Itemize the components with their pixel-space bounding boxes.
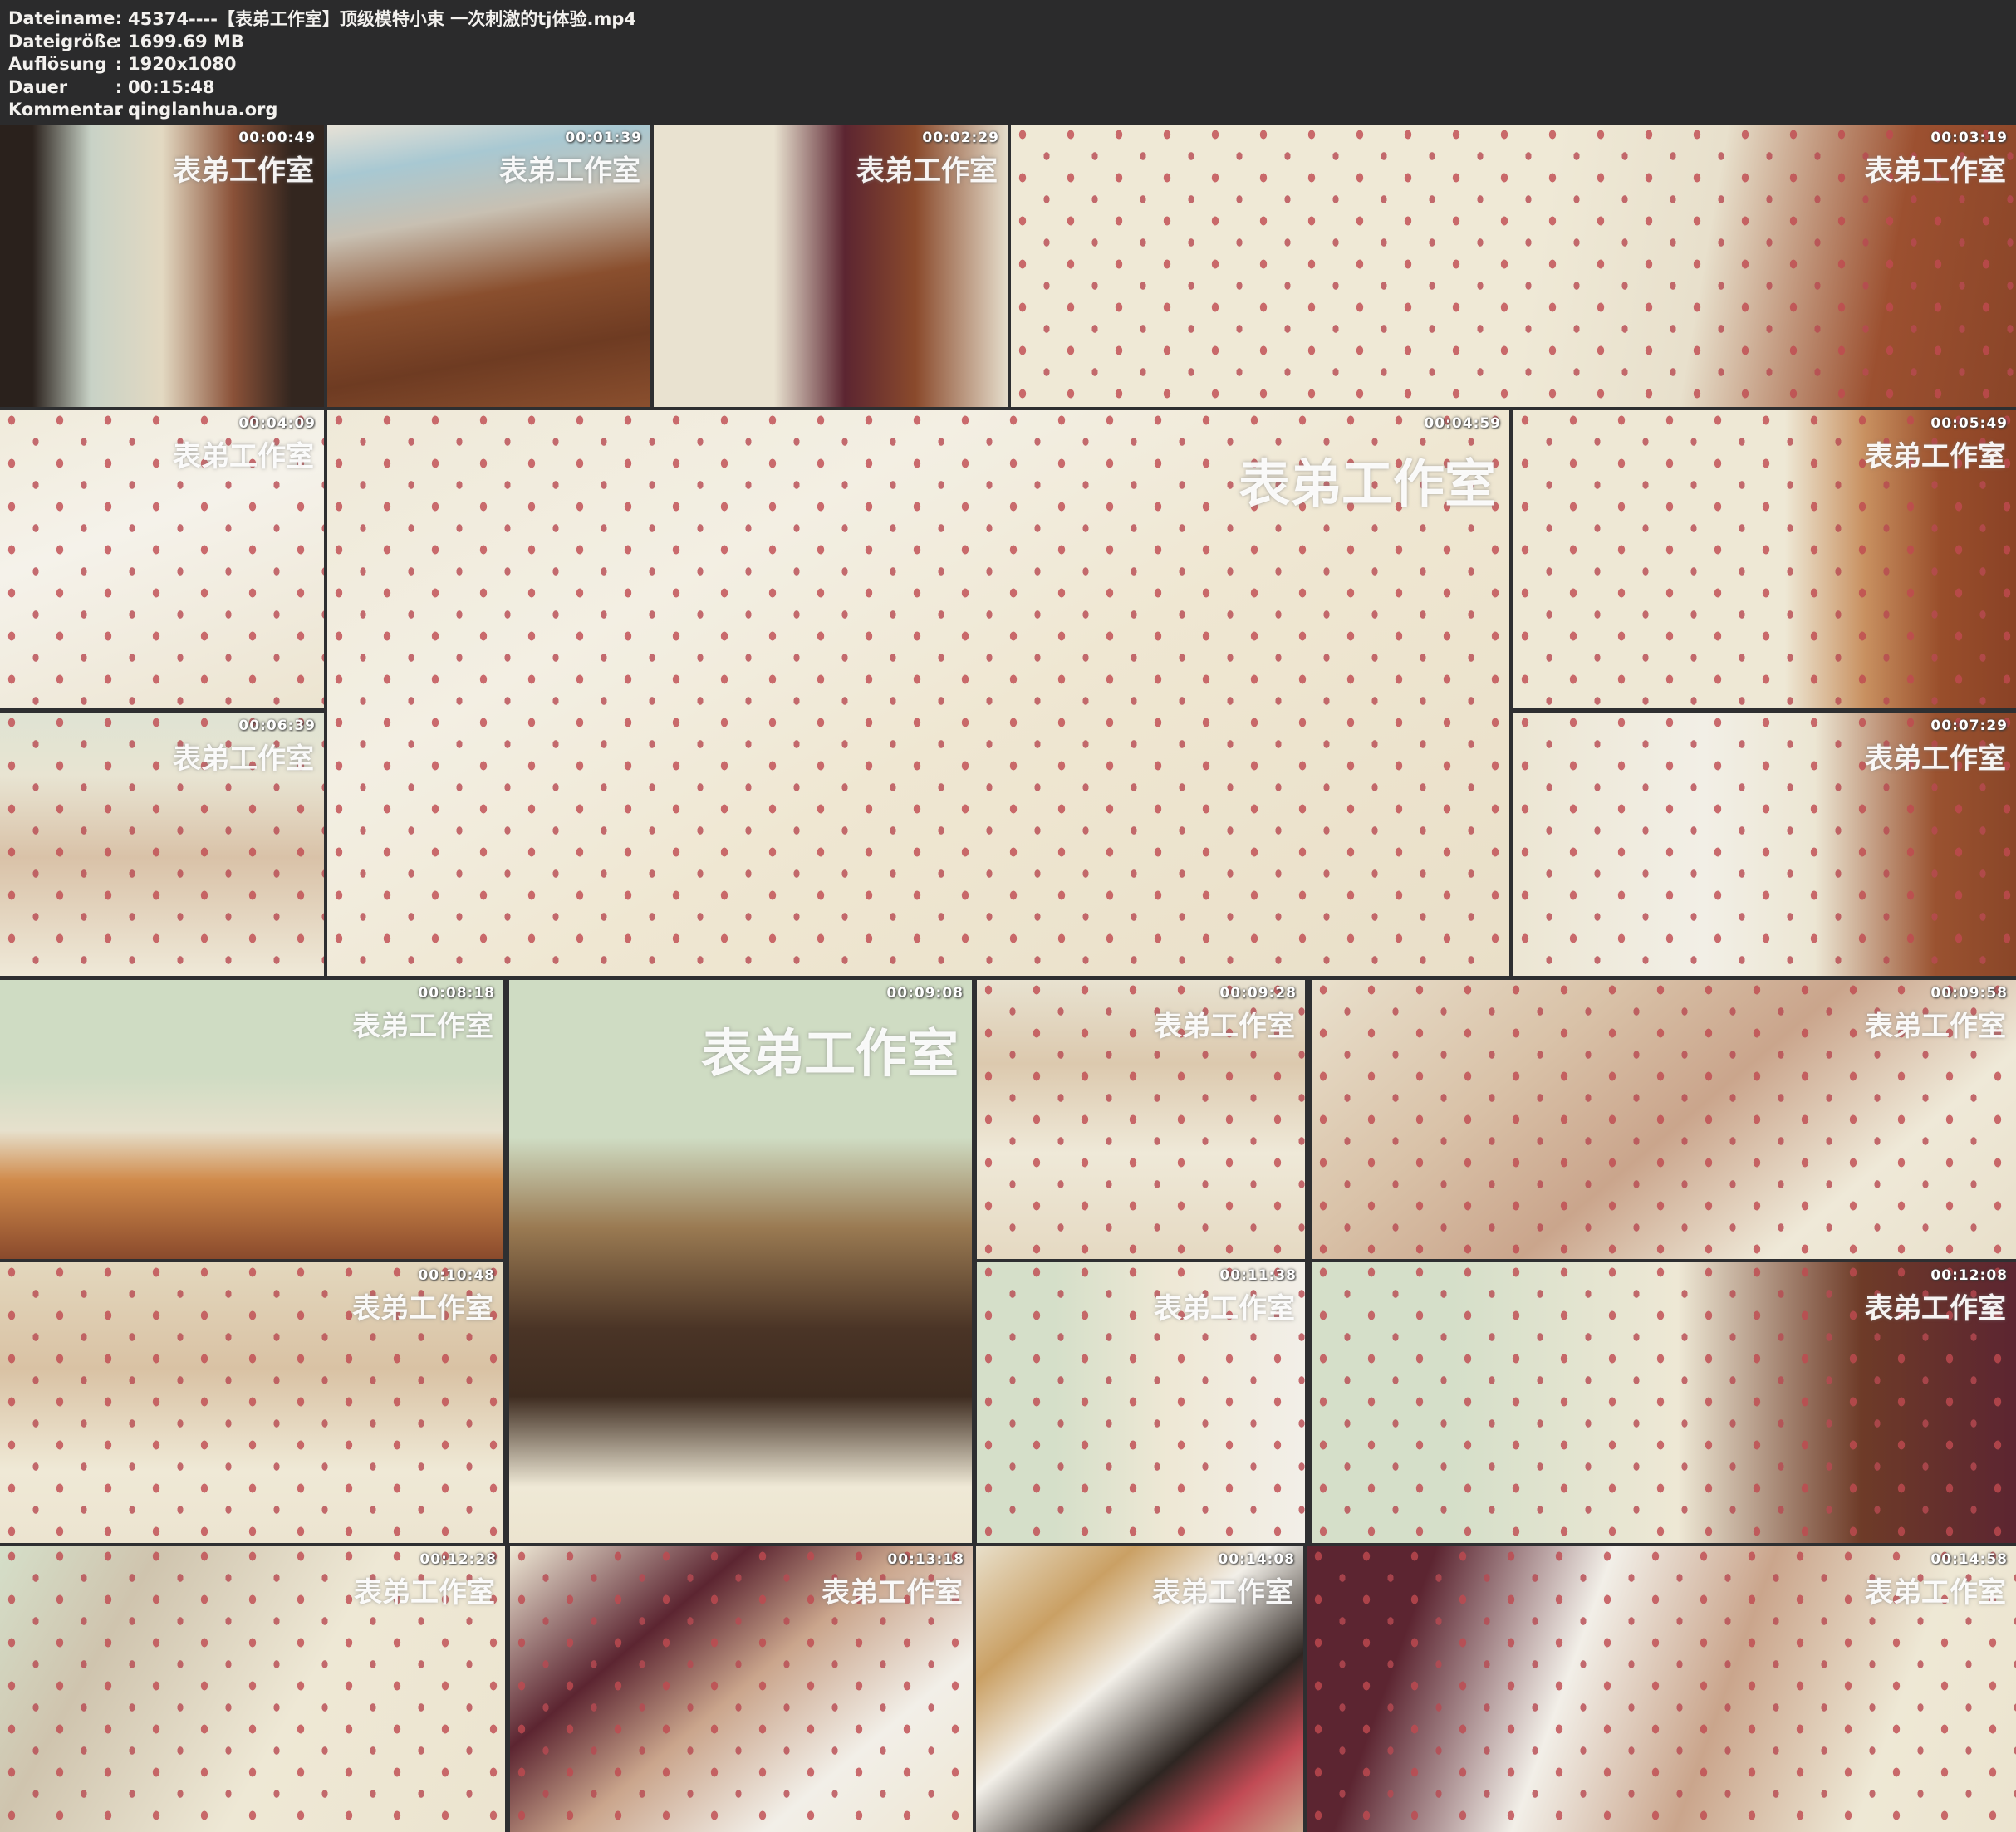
- frame-timestamp: 00:02:29: [922, 130, 999, 146]
- contact-sheet: Dateiname:45374----【表弟工作室】顶级模特小束 一次刺激的tj…: [0, 0, 2016, 1832]
- frame-timestamp: 00:12:28: [419, 1551, 497, 1568]
- studio-watermark: 表弟工作室: [352, 1286, 493, 1326]
- metadata-value: 1699.69 MB: [128, 32, 244, 51]
- studio-watermark: 表弟工作室: [856, 148, 998, 189]
- metadata-row-kommentar: Kommentar:qinglanhua.org: [8, 98, 277, 121]
- metadata-row-dateiname: Dateiname:45374----【表弟工作室】顶级模特小束 一次刺激的tj…: [8, 7, 636, 30]
- thumbnail-cell-thumb-3: 表弟工作室 00:02:29: [654, 125, 1008, 407]
- metadata-label: Dateigröße: [8, 32, 110, 51]
- thumbnail-cell-thumb-15: 表弟工作室 00:11:38: [977, 1262, 1305, 1543]
- studio-watermark: 表弟工作室: [173, 736, 314, 776]
- metadata-separator: :: [110, 54, 128, 74]
- frame-timestamp: 00:06:39: [238, 718, 316, 734]
- studio-watermark: 表弟工作室: [1865, 1286, 2006, 1326]
- metadata-row-dauer: Dauer:00:15:48: [8, 76, 214, 99]
- studio-watermark: 表弟工作室: [1865, 1003, 2006, 1044]
- frame-timestamp: 00:08:18: [418, 985, 495, 1002]
- studio-watermark: 表弟工作室: [173, 434, 314, 474]
- frame-timestamp: 00:12:08: [1930, 1267, 2008, 1284]
- frame-timestamp: 00:14:58: [1930, 1551, 2008, 1568]
- metadata-row-auflösung: Auflösung:1920x1080: [8, 52, 236, 76]
- studio-watermark: 表弟工作室: [352, 1003, 493, 1044]
- metadata-value: 45374----【表弟工作室】顶级模特小束 一次刺激的tj体验.mp4: [128, 6, 636, 31]
- thumbnail-cell-thumb-20: 表弟工作室 00:14:58: [1307, 1546, 2016, 1832]
- frame-timestamp: 00:04:59: [1424, 415, 1501, 432]
- frame-timestamp: 00:05:49: [1930, 415, 2008, 432]
- metadata-separator: :: [110, 8, 128, 28]
- metadata-label: Auflösung: [8, 54, 110, 74]
- metadata-row-dateigröße: Dateigröße:1699.69 MB: [8, 30, 244, 53]
- frame-timestamp: 00:01:39: [565, 130, 642, 146]
- studio-watermark: 表弟工作室: [354, 1570, 495, 1610]
- thumbnail-cell-thumb-11: 表弟工作室 00:09:08: [509, 980, 972, 1543]
- thumbnail-cell-thumb-1: 表弟工作室 00:00:49: [0, 125, 324, 407]
- frame-timestamp: 00:03:19: [1930, 130, 2008, 146]
- frame-timestamp: 00:07:29: [1930, 718, 2008, 734]
- frame-timestamp: 00:00:49: [238, 130, 316, 146]
- metadata-label: Dauer: [8, 77, 110, 97]
- metadata-label: Kommentar: [8, 100, 110, 120]
- thumbnail-cell-thumb-12: 表弟工作室00:09:28: [977, 980, 1305, 1259]
- metadata-separator: :: [110, 77, 128, 97]
- frame-timestamp: 00:09:58: [1930, 985, 2008, 1002]
- studio-watermark: 表弟工作室: [1865, 148, 2006, 189]
- metadata-label: Dateiname: [8, 8, 110, 28]
- studio-watermark: 表弟工作室: [701, 1012, 959, 1086]
- thumbnail-cell-thumb-13: 表弟工作室00:09:58: [1312, 980, 2016, 1259]
- thumbnail-cell-thumb-16: 表弟工作室 00:12:08: [1312, 1262, 2016, 1543]
- metadata-value: 1920x1080: [128, 54, 236, 74]
- thumbnail-cell-thumb-19: 表弟工作室 00:14:08: [976, 1546, 1303, 1832]
- studio-watermark: 表弟工作室: [1154, 1286, 1295, 1326]
- thumbnail-cell-thumb-5: 表弟工作室 00:04:09: [0, 410, 324, 708]
- frame-timestamp: 00:14:08: [1218, 1551, 1295, 1568]
- frame-timestamp: 00:04:09: [238, 415, 316, 432]
- frame-timestamp: 00:11:38: [1219, 1267, 1297, 1284]
- thumbnail-cell-thumb-2: 表弟工作室 00:01:39: [327, 125, 650, 407]
- thumbnail-cell-thumb-17: 表弟工作室 00:12:28: [0, 1546, 505, 1832]
- studio-watermark: 表弟工作室: [499, 148, 640, 189]
- studio-watermark: 表弟工作室: [1865, 434, 2006, 474]
- studio-watermark: 表弟工作室: [1865, 1570, 2006, 1610]
- frame-timestamp: 00:13:18: [887, 1551, 964, 1568]
- metadata-separator: :: [110, 100, 128, 120]
- thumbnail-cell-thumb-9: 表弟工作室 00:07:29: [1513, 713, 2016, 976]
- thumbnail-cell-thumb-6: 表弟工作室 00:04:59: [327, 410, 1509, 976]
- studio-watermark: 表弟工作室: [1152, 1570, 1293, 1610]
- thumbnail-cell-thumb-18: 表弟工作室 00:13:18: [510, 1546, 973, 1832]
- frame-timestamp: 00:09:08: [886, 985, 964, 1002]
- metadata-separator: :: [110, 32, 128, 51]
- studio-watermark: 表弟工作室: [822, 1570, 963, 1610]
- metadata-header: Dateiname:45374----【表弟工作室】顶级模特小束 一次刺激的tj…: [0, 0, 2016, 125]
- studio-watermark: 表弟工作室: [173, 148, 314, 189]
- frame-timestamp: 00:10:48: [418, 1267, 495, 1284]
- thumbnail-cell-thumb-7: 表弟工作室 00:05:49: [1513, 410, 2016, 708]
- studio-watermark: 表弟工作室: [1865, 736, 2006, 776]
- thumbnail-cell-thumb-10: 表弟工作室00:08:18: [0, 980, 503, 1259]
- metadata-value: qinglanhua.org: [128, 100, 277, 120]
- metadata-value: 00:15:48: [128, 77, 214, 97]
- frame-timestamp: 00:09:28: [1219, 985, 1297, 1002]
- studio-watermark: 表弟工作室: [1154, 1003, 1295, 1044]
- thumbnail-cell-thumb-14: 表弟工作室 00:10:48: [0, 1262, 503, 1543]
- thumbnail-cell-thumb-4: 表弟工作室 00:03:19: [1011, 125, 2016, 407]
- thumbnail-cell-thumb-8: 表弟工作室 00:06:39: [0, 713, 324, 976]
- studio-watermark: 表弟工作室: [1239, 442, 1496, 517]
